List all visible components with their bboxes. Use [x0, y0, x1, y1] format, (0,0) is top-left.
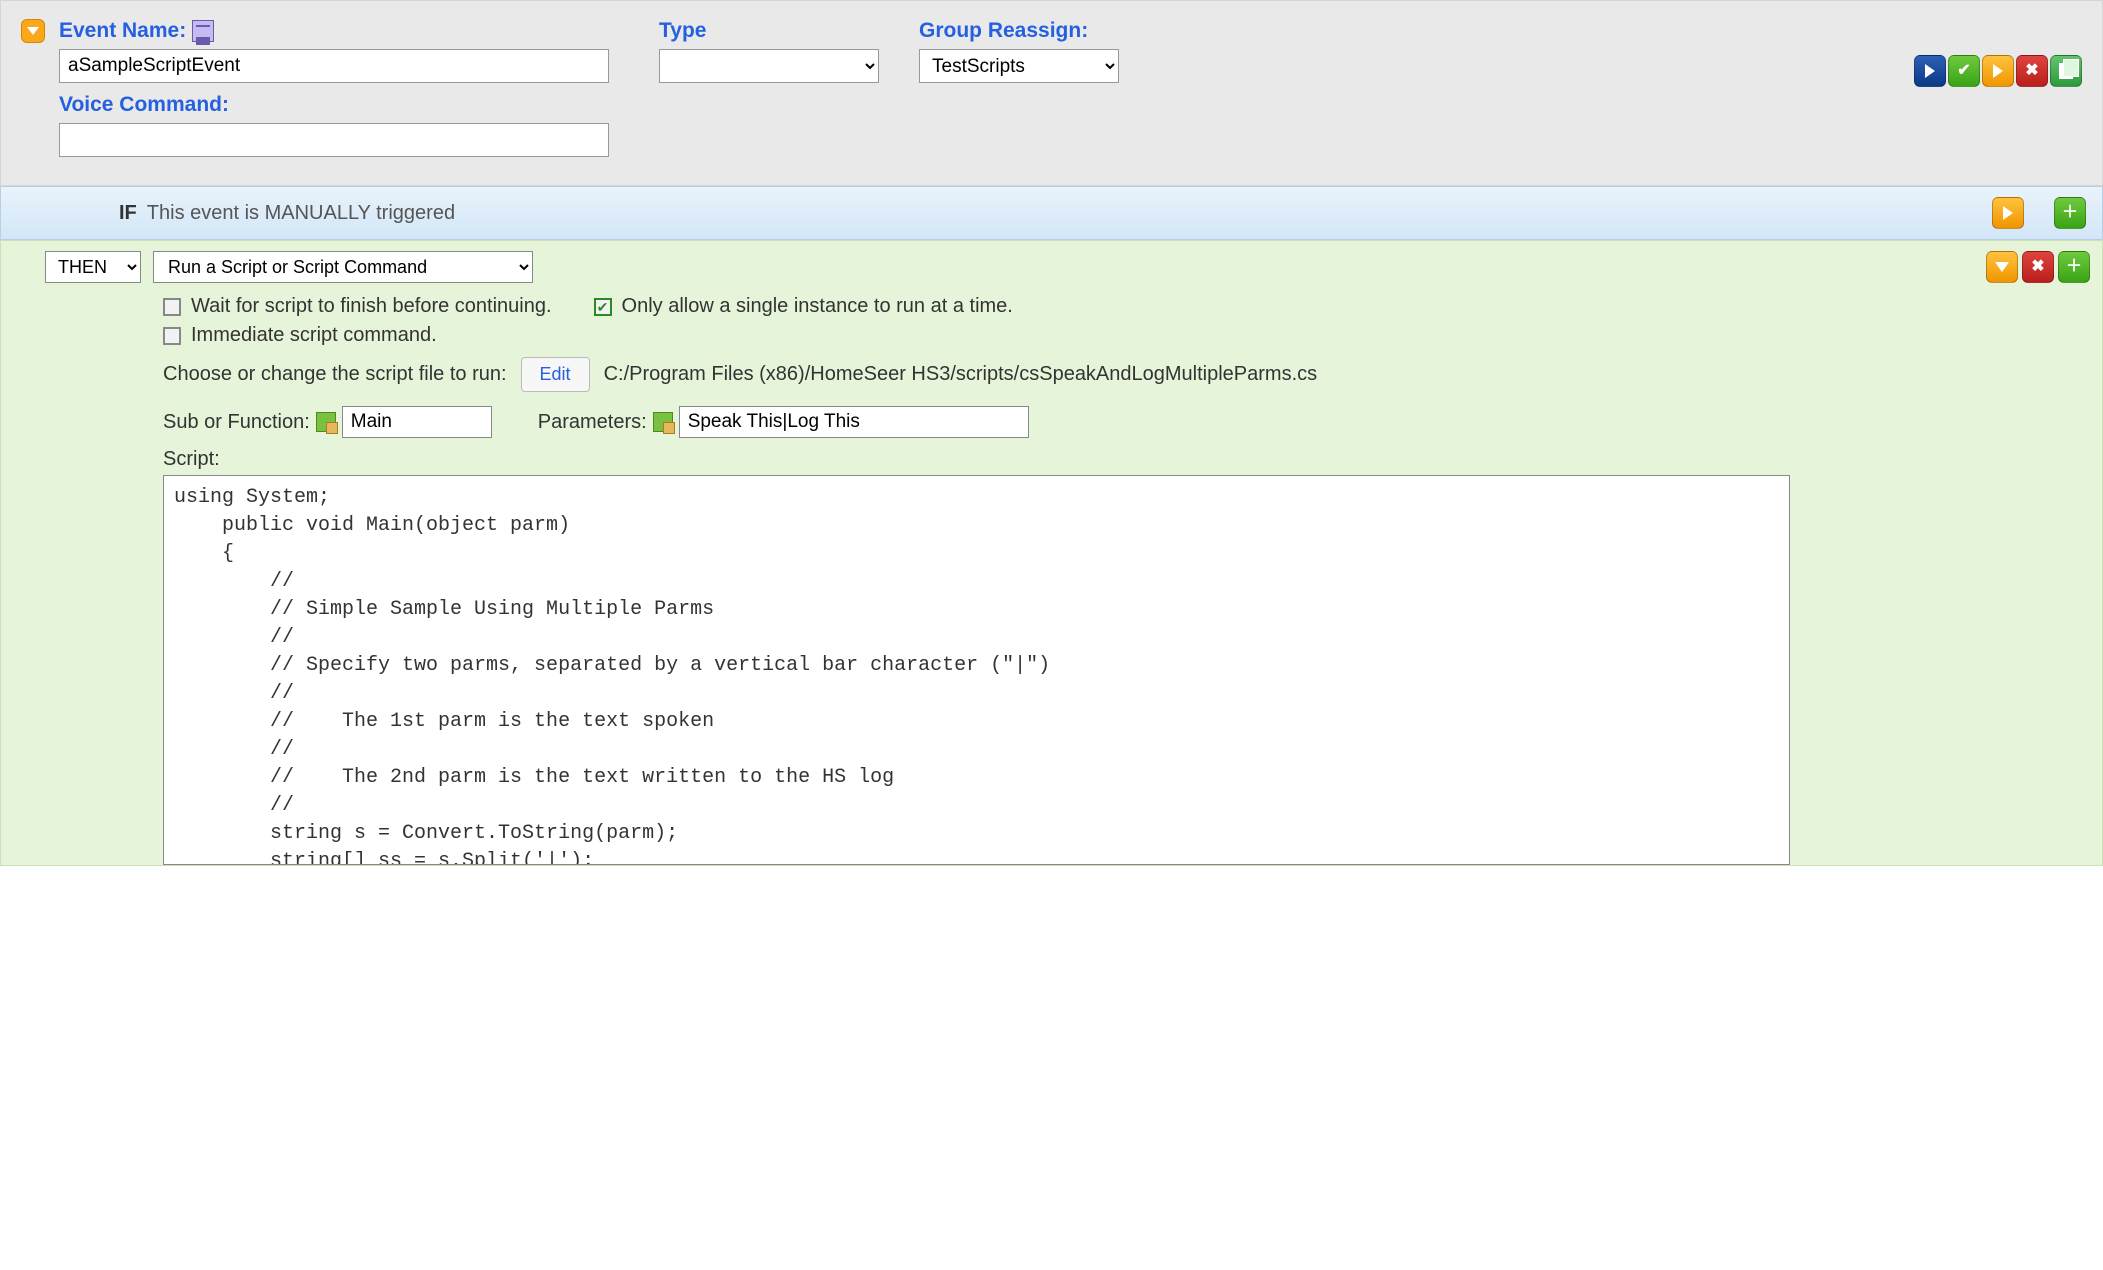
- group-label: Group Reassign:: [919, 19, 1088, 43]
- collapse-toggle[interactable]: [21, 19, 45, 43]
- copy-button[interactable]: [2050, 55, 2082, 87]
- close-icon: ✖: [2031, 259, 2044, 275]
- checkbox-icon: [163, 327, 181, 345]
- group-select[interactable]: TestScripts: [919, 49, 1119, 83]
- delete-button[interactable]: ✖: [2016, 55, 2048, 87]
- play-icon: [2003, 206, 2013, 220]
- immediate-label: Immediate script command.: [191, 324, 437, 347]
- then-keyword-select[interactable]: THEN: [45, 251, 141, 283]
- params-input[interactable]: [679, 406, 1029, 438]
- then-expand-button[interactable]: [1986, 251, 2018, 283]
- immediate-checkbox[interactable]: Immediate script command.: [163, 324, 437, 347]
- document-icon[interactable]: [192, 20, 214, 42]
- event-header: Event Name: Voice Command: Type Group Re…: [0, 0, 2103, 186]
- then-delete-button[interactable]: ✖: [2022, 251, 2054, 283]
- edit-script-button[interactable]: Edit: [521, 357, 590, 392]
- event-name-label: Event Name:: [59, 19, 659, 43]
- single-instance-label: Only allow a single instance to run at a…: [622, 295, 1013, 318]
- script-textarea[interactable]: using System; public void Main(object pa…: [163, 475, 1790, 865]
- play-icon: [1925, 64, 1935, 78]
- confirm-button[interactable]: ✔: [1948, 55, 1980, 87]
- play-icon: [1993, 64, 2003, 78]
- script-icon[interactable]: [316, 412, 336, 432]
- sub-label: Sub or Function:: [163, 411, 310, 434]
- then-add-button[interactable]: ＋: [2058, 251, 2090, 283]
- voice-command-label: Voice Command:: [59, 93, 229, 117]
- if-add-button[interactable]: ＋: [2054, 197, 2086, 229]
- type-select[interactable]: [659, 49, 879, 83]
- wait-label: Wait for script to finish before continu…: [191, 295, 552, 318]
- type-label: Type: [659, 19, 706, 43]
- if-run-button[interactable]: [1992, 197, 2024, 229]
- then-action-select[interactable]: Run a Script or Script Command: [153, 251, 533, 283]
- script-label: Script:: [163, 448, 2090, 471]
- script-icon[interactable]: [653, 412, 673, 432]
- if-condition-row: IF This event is MANUALLY triggered ＋: [0, 186, 2103, 240]
- single-instance-checkbox[interactable]: Only allow a single instance to run at a…: [594, 295, 1013, 318]
- params-label: Parameters:: [538, 411, 647, 434]
- wait-checkbox[interactable]: Wait for script to finish before continu…: [163, 295, 552, 318]
- script-path: C:/Program Files (x86)/HomeSeer HS3/scri…: [604, 363, 1318, 386]
- copy-icon: [2059, 63, 2073, 79]
- if-text: This event is MANUALLY triggered: [147, 202, 455, 225]
- checkbox-icon: [594, 298, 612, 316]
- check-icon: ✔: [1957, 63, 1970, 79]
- close-icon: ✖: [2025, 63, 2038, 79]
- event-name-input[interactable]: [59, 49, 609, 83]
- choose-script-label: Choose or change the script file to run:: [163, 363, 507, 386]
- checkbox-icon: [163, 298, 181, 316]
- sub-input[interactable]: [342, 406, 492, 438]
- if-keyword: IF: [119, 202, 137, 225]
- voice-command-input[interactable]: [59, 123, 609, 157]
- run-button[interactable]: [1982, 55, 2014, 87]
- then-block: THEN Run a Script or Script Command ✖ ＋ …: [0, 240, 2103, 866]
- chevron-down-icon: [1995, 262, 2009, 272]
- plus-icon: ＋: [2066, 259, 2082, 275]
- advanced-button[interactable]: [1914, 55, 1946, 87]
- plus-icon: ＋: [2062, 205, 2078, 221]
- chevron-down-icon: [27, 27, 39, 35]
